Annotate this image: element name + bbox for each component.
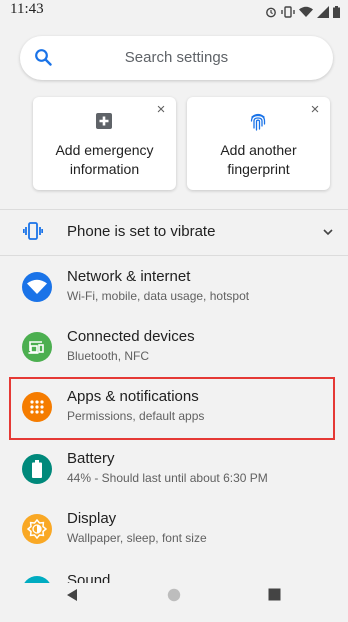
back-icon[interactable] xyxy=(66,588,78,607)
list-item-connected-devices[interactable]: Connected devices Bluetooth, NFC xyxy=(0,318,348,378)
battery-icon xyxy=(333,6,340,18)
status-time: 11:43 xyxy=(10,1,44,17)
suggestion-label: Add another fingerprint xyxy=(220,142,297,177)
item-subtitle: 44% - Should last until about 6:30 PM xyxy=(67,471,268,485)
item-subtitle: Wi-Fi, mobile, data usage, hotspot xyxy=(67,289,250,303)
list-item-battery[interactable]: Battery 44% - Should last until about 6:… xyxy=(0,440,348,500)
divider xyxy=(0,255,348,256)
home-icon[interactable] xyxy=(167,588,181,607)
list-item-network[interactable]: Network & internet Wi-Fi, mobile, data u… xyxy=(0,258,348,318)
item-title: Network & internet xyxy=(67,268,191,285)
wifi-icon xyxy=(22,272,52,302)
vibrate-icon xyxy=(281,6,295,18)
suggestion-label: Add emergency information xyxy=(55,142,154,177)
item-title: Display xyxy=(67,510,117,527)
battery-icon xyxy=(22,454,52,484)
item-subtitle: Wallpaper, sleep, font size xyxy=(67,531,207,545)
close-icon[interactable]: × xyxy=(307,102,323,118)
wifi-icon xyxy=(299,6,313,17)
display-icon xyxy=(22,514,52,544)
condition-label: Phone is set to vibrate xyxy=(67,223,216,240)
highlight-box xyxy=(9,377,335,440)
close-icon[interactable]: × xyxy=(153,102,169,118)
suggestion-card-fingerprint[interactable]: × Add another fingerprint xyxy=(187,97,330,190)
item-title: Battery xyxy=(67,450,115,467)
status-icons xyxy=(265,4,340,20)
item-subtitle: Bluetooth, NFC xyxy=(67,349,150,363)
list-item-display[interactable]: Display Wallpaper, sleep, font size xyxy=(0,500,348,560)
alarm-icon xyxy=(266,7,276,18)
vibrate-icon xyxy=(22,221,44,246)
divider xyxy=(0,209,348,210)
status-bar: 11:43 xyxy=(0,0,348,24)
medical-plus-icon xyxy=(95,112,113,135)
search-placeholder: Search settings xyxy=(124,49,229,66)
search-bar[interactable]: Search settings xyxy=(20,36,333,80)
chevron-down-icon[interactable] xyxy=(322,225,334,243)
fingerprint-icon xyxy=(249,112,267,137)
recents-icon[interactable] xyxy=(268,588,281,606)
navigation-bar xyxy=(0,583,348,607)
signal-icon xyxy=(317,6,329,18)
suggestion-card-emergency[interactable]: × Add emergency information xyxy=(33,97,176,190)
item-title: Connected devices xyxy=(67,328,195,345)
devices-icon xyxy=(22,332,52,362)
condition-vibrate[interactable]: Phone is set to vibrate xyxy=(0,211,348,251)
